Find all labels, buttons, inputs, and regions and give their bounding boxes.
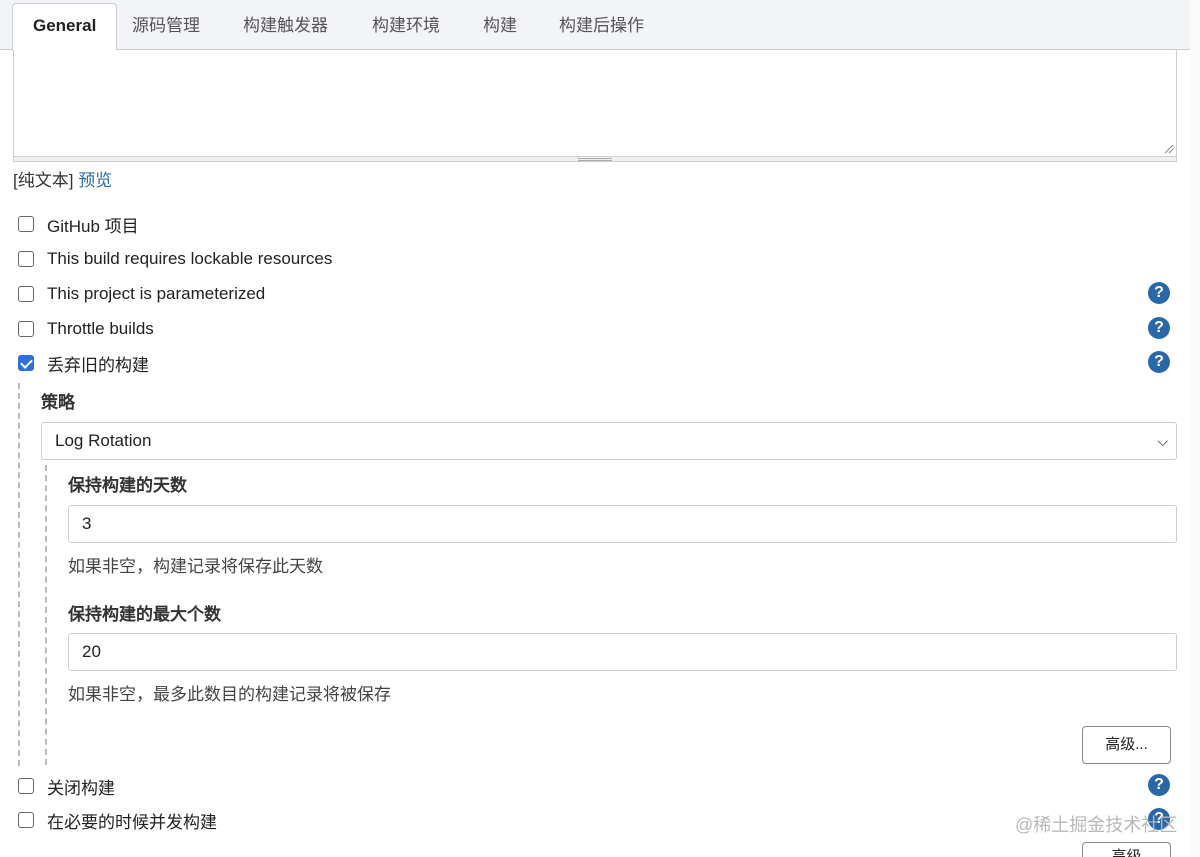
- tab-source-control[interactable]: 源码管理: [112, 4, 220, 50]
- days-to-keep-input[interactable]: 3: [68, 505, 1177, 543]
- discard-old-builds-label: 丢弃旧的构建: [47, 355, 149, 375]
- concurrent-builds-checkbox[interactable]: [18, 812, 34, 828]
- help-icon[interactable]: ?: [1148, 282, 1170, 304]
- tab-build-triggers[interactable]: 构建触发器: [223, 4, 348, 50]
- throttle-builds-label: Throttle builds: [47, 319, 154, 338]
- option-parameterized[interactable]: This project is parameterized: [18, 282, 265, 306]
- option-concurrent-builds[interactable]: 在必要的时候并发构建: [18, 808, 217, 832]
- plain-text-label: [纯文本]: [13, 171, 74, 190]
- help-icon[interactable]: ?: [1148, 317, 1170, 339]
- disable-build-checkbox[interactable]: [18, 778, 34, 794]
- tab-build-environment[interactable]: 构建环境: [352, 4, 460, 50]
- max-builds-hint: 如果非空，最多此数目的构建记录将被保存: [68, 685, 391, 704]
- days-to-keep-hint: 如果非空，构建记录将保存此天数: [68, 557, 323, 576]
- help-icon[interactable]: ?: [1148, 351, 1170, 373]
- option-disable-build[interactable]: 关闭构建: [18, 774, 115, 798]
- watermark: @稀土掘金技术社区: [1015, 815, 1178, 835]
- description-format: [纯文本] 预览: [13, 166, 112, 191]
- advanced-button[interactable]: 高级...: [1082, 726, 1171, 764]
- lockable-resources-label: This build requires lockable resources: [47, 249, 333, 268]
- parameterized-label: This project is parameterized: [47, 284, 266, 303]
- github-project-label: GitHub 项目: [47, 216, 139, 236]
- lockable-resources-checkbox[interactable]: [18, 251, 34, 267]
- option-throttle-builds[interactable]: Throttle builds: [18, 317, 154, 341]
- option-github-project[interactable]: GitHub 项目: [18, 212, 139, 236]
- concurrent-builds-label: 在必要的时候并发构建: [47, 812, 217, 832]
- throttle-builds-checkbox[interactable]: [18, 321, 34, 337]
- resize-corner-icon[interactable]: [1162, 142, 1174, 154]
- days-to-keep-label: 保持构建的天数: [68, 476, 187, 495]
- tab-bar: General 源码管理 构建触发器 构建环境 构建 构建后操作: [0, 0, 1190, 51]
- advanced-button[interactable]: 高级: [1082, 842, 1171, 857]
- page-scrollbar[interactable]: [1190, 0, 1200, 857]
- github-project-checkbox[interactable]: [18, 216, 34, 232]
- discard-old-builds-checkbox[interactable]: [18, 355, 34, 371]
- resize-grip-icon[interactable]: [578, 158, 612, 161]
- disable-build-label: 关闭构建: [47, 778, 115, 798]
- preview-link[interactable]: 预览: [78, 171, 112, 190]
- tab-build[interactable]: 构建: [463, 4, 537, 50]
- option-discard-old-builds[interactable]: 丢弃旧的构建: [18, 351, 149, 375]
- max-builds-label: 保持构建的最大个数: [68, 605, 221, 624]
- section-guide-line: [18, 383, 20, 766]
- tab-general[interactable]: General: [12, 3, 118, 51]
- option-lockable-resources[interactable]: This build requires lockable resources: [18, 247, 332, 271]
- strategy-selected-value: Log Rotation: [55, 431, 152, 450]
- description-textarea[interactable]: [13, 50, 1177, 157]
- strategy-label: 策略: [41, 393, 75, 412]
- max-builds-input[interactable]: 20: [68, 633, 1177, 671]
- strategy-select[interactable]: Log Rotation ⌵: [41, 422, 1177, 460]
- help-icon[interactable]: ?: [1148, 774, 1170, 796]
- chevron-down-icon: ⌵: [1157, 433, 1168, 449]
- subsection-guide-line: [45, 465, 47, 765]
- tab-post-build[interactable]: 构建后操作: [539, 4, 664, 50]
- parameterized-checkbox[interactable]: [18, 286, 34, 302]
